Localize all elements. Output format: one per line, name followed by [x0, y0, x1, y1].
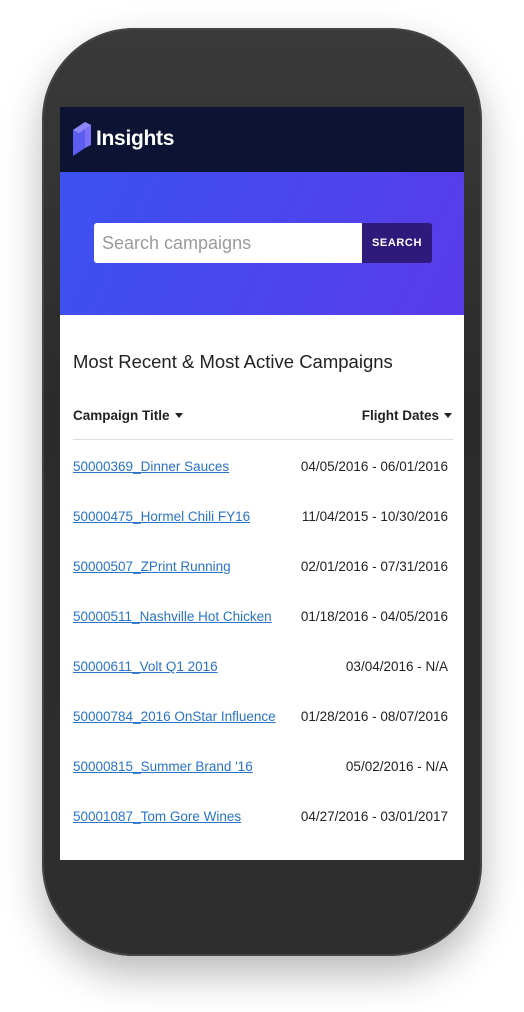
column-header-label: Campaign Title	[73, 408, 170, 423]
flight-dates: 02/01/2016 - 07/31/2016	[300, 559, 448, 574]
campaign-link[interactable]: 50000815_Summer Brand '16	[73, 758, 253, 776]
table-row: 50000475_Hormel Chili FY16 11/04/2015 - …	[60, 507, 464, 557]
insights-logo-icon	[73, 122, 91, 156]
top-navigation-bar: Insights	[60, 107, 464, 172]
column-header-flight-dates[interactable]: Flight Dates	[362, 407, 452, 425]
flight-dates: 11/04/2015 - 10/30/2016	[301, 509, 448, 524]
caret-down-icon	[444, 412, 452, 418]
campaign-link[interactable]: 50000369_Dinner Sauces	[73, 458, 229, 476]
flight-dates: 05/02/2016 - N/A	[345, 759, 448, 774]
campaign-list: 50000369_Dinner Sauces 04/05/2016 - 06/0…	[60, 457, 464, 857]
table-row: 50001087_Tom Gore Wines 04/27/2016 - 03/…	[60, 807, 464, 857]
search-banner: SEARCH	[60, 172, 464, 315]
campaign-link[interactable]: 50001087_Tom Gore Wines	[73, 808, 241, 826]
column-header-campaign-title[interactable]: Campaign Title	[73, 407, 183, 425]
flight-dates: 04/05/2016 - 06/01/2016	[300, 459, 448, 474]
search-input[interactable]	[94, 223, 362, 263]
caret-down-icon	[174, 412, 183, 418]
campaign-link[interactable]: 50000784_2016 OnStar Influence	[73, 708, 276, 726]
page-title: Most Recent & Most Active Campaigns	[73, 351, 393, 372]
campaign-link[interactable]: 50000511_Nashville Hot Chicken	[73, 608, 272, 626]
campaign-link[interactable]: 50000475_Hormel Chili FY16	[73, 508, 250, 526]
table-row: 50000815_Summer Brand '16 05/02/2016 - N…	[60, 757, 464, 807]
table-row: 50000511_Nashville Hot Chicken 01/18/201…	[60, 607, 464, 657]
flight-dates: 01/18/2016 - 04/05/2016	[300, 609, 448, 624]
flight-dates: 03/04/2016 - N/A	[345, 659, 448, 674]
campaign-link[interactable]: 50000611_Volt Q1 2016	[73, 658, 218, 676]
flight-dates: 04/27/2016 - 03/01/2017	[300, 809, 448, 824]
divider	[73, 439, 453, 440]
table-row: 50000369_Dinner Sauces 04/05/2016 - 06/0…	[60, 457, 464, 507]
column-header-label: Flight Dates	[361, 408, 439, 423]
table-row: 50000507_ZPrint Running 02/01/2016 - 07/…	[60, 557, 464, 607]
search-button[interactable]: SEARCH	[362, 223, 432, 263]
campaign-link[interactable]: 50000507_ZPrint Running	[73, 558, 231, 576]
app-screen: Insights SEARCH Most Recent & Most Activ…	[60, 107, 464, 860]
table-row: 50000784_2016 OnStar Influence 01/28/201…	[60, 707, 464, 757]
app-logo-text[interactable]: Insights	[96, 127, 174, 151]
flight-dates: 01/28/2016 - 08/07/2016	[300, 709, 448, 724]
table-row: 50000611_Volt Q1 2016 03/04/2016 - N/A	[60, 657, 464, 707]
